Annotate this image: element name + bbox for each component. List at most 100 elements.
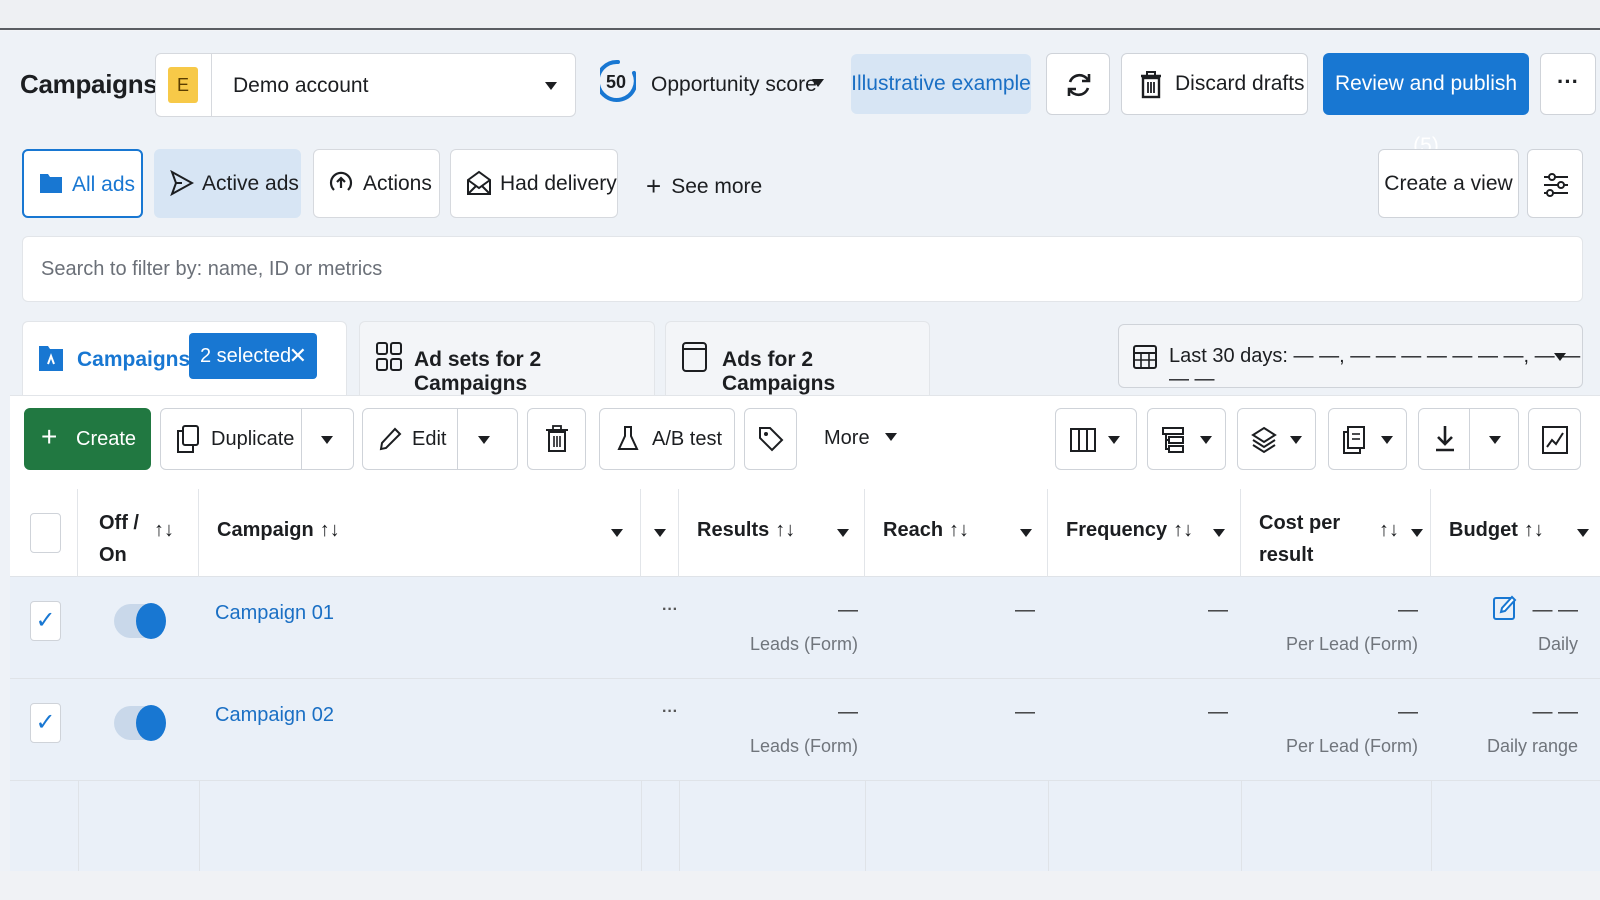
results-subtext: Leads (Form) — [749, 736, 858, 756]
tag-icon — [759, 427, 784, 452]
duplicate-button[interactable]: Duplicate — [211, 428, 294, 451]
ads-manager-panel: Campaigns E Demo account 50 Opportunity … — [0, 31, 1600, 900]
review-and-publish-button[interactable]: Review and publish (5) — [1323, 53, 1529, 157]
header-reach[interactable]: Reach ↑↓ — [865, 489, 1048, 577]
see-more-label: See more — [671, 175, 763, 198]
create-view-button[interactable]: Create a view — [1378, 149, 1519, 218]
tab-campaigns[interactable]: Campaigns 2 selected ✕ — [22, 321, 347, 395]
header-frequency[interactable]: Frequency ↑↓ — [1048, 489, 1241, 577]
sort-icon[interactable]: ↑↓ — [154, 519, 174, 542]
chevron-down-icon[interactable] — [611, 529, 623, 537]
sort-icon: ↑↓ — [1173, 519, 1194, 541]
tab-had-delivery[interactable]: Had delivery — [450, 149, 618, 218]
bottom-edge — [0, 871, 1600, 900]
tag-button[interactable] — [744, 408, 797, 470]
tab-ad-sets[interactable]: Ad sets for 2 Campaigns — [359, 321, 655, 395]
chevron-down-icon[interactable] — [812, 79, 824, 87]
tab-active-ads[interactable]: Active ads — [154, 149, 301, 218]
discard-drafts-label: Discard drafts — [1175, 72, 1305, 95]
export-button-group — [1418, 408, 1519, 470]
table-row[interactable]: ✓ Campaign 01 ··· — Leads (Form) — — — P… — [10, 577, 1600, 679]
chevron-down-icon[interactable] — [1577, 529, 1589, 537]
tab-ads[interactable]: Ads for 2 Campaigns — [665, 321, 930, 395]
header-results[interactable]: Results ↑↓ — [679, 489, 865, 577]
columns-button[interactable] — [1055, 408, 1137, 470]
create-label: Create — [76, 428, 137, 450]
header-bar: Campaigns E Demo account 50 Opportunity … — [0, 51, 1600, 157]
header-cost-label: Cost per result — [1259, 512, 1341, 566]
divider — [457, 409, 458, 469]
tab-actions-label: Actions — [363, 172, 432, 195]
header-campaign[interactable]: Campaign ↑↓ — [199, 489, 641, 577]
date-range-picker[interactable]: Last 30 days: — —, — — — — — — —, — — — … — [1118, 324, 1583, 390]
tab-all-ads[interactable]: All ads — [22, 149, 143, 218]
reach-value: — — [1015, 599, 1035, 621]
tab-had-delivery-label: Had delivery — [500, 172, 617, 195]
layers-button[interactable] — [1237, 408, 1316, 470]
chevron-down-icon — [1108, 436, 1120, 444]
header-reach-label: Reach ↑↓ — [883, 519, 970, 541]
chevron-down-icon — [545, 82, 557, 90]
discard-drafts-button[interactable]: Discard drafts — [1121, 53, 1308, 115]
refresh-button[interactable] — [1046, 53, 1110, 115]
chart-toggle-button[interactable] — [1528, 408, 1581, 470]
sort-icon[interactable]: ↑↓ — [1379, 519, 1399, 542]
line-chart-icon — [1542, 426, 1568, 454]
tab-active-ads-label: Active ads — [202, 172, 299, 195]
header-budget[interactable]: Budget ↑↓ — [1431, 489, 1600, 577]
chevron-down-icon[interactable] — [1020, 529, 1032, 537]
opportunity-score-dropdown[interactable]: Opportunity score — [651, 73, 817, 97]
table-row[interactable]: ✓ Campaign 02 ··· — Leads (Form) — — — P… — [10, 679, 1600, 781]
see-more-button[interactable]: + See more — [646, 171, 762, 202]
campaign-name-link[interactable]: Campaign 01 — [215, 602, 334, 625]
row-checkbox[interactable]: ✓ — [30, 703, 61, 743]
selected-count-chip[interactable]: 2 selected ✕ — [189, 333, 317, 379]
tab-ad-sets-label: Ad sets for 2 Campaigns — [414, 348, 542, 395]
close-icon[interactable]: ✕ — [289, 333, 307, 379]
breakdown-button[interactable] — [1147, 408, 1226, 470]
account-selector[interactable]: E Demo account — [155, 53, 576, 117]
campaign-name-link[interactable]: Campaign 02 — [215, 704, 334, 727]
chevron-down-icon[interactable] — [837, 529, 849, 537]
download-icon[interactable] — [1433, 425, 1457, 453]
chevron-down-icon[interactable] — [654, 529, 666, 537]
row-menu-button[interactable]: ··· — [662, 703, 678, 721]
upload-circle-icon — [329, 171, 353, 191]
account-badge: E — [168, 67, 198, 103]
header-off-on[interactable]: Off / On ↑↓ — [78, 489, 199, 577]
send-icon — [170, 170, 194, 196]
more-options-button[interactable]: ··· — [1540, 53, 1596, 115]
edit-budget-icon[interactable] — [1493, 595, 1517, 621]
chevron-down-icon[interactable] — [1213, 529, 1225, 537]
breakdown-icon — [1162, 427, 1184, 453]
chevron-down-icon — [1554, 353, 1566, 361]
results-subtext: Leads (Form) — [749, 634, 858, 654]
toggle-knob — [136, 603, 166, 639]
row-menu-button[interactable]: ··· — [662, 601, 678, 619]
row-checkbox[interactable]: ✓ — [30, 601, 61, 641]
reports-button[interactable] — [1328, 408, 1407, 470]
sort-icon: ↑↓ — [949, 519, 970, 541]
chevron-down-icon[interactable] — [1411, 529, 1423, 537]
select-all-checkbox[interactable] — [30, 513, 61, 553]
divider — [1469, 409, 1470, 469]
chevron-down-icon[interactable] — [321, 436, 333, 444]
trash-icon — [546, 425, 568, 452]
campaign-toggle[interactable] — [114, 603, 166, 639]
cost-subtext: Per Lead (Form) — [1285, 736, 1418, 756]
browser-top-edge — [0, 0, 1600, 30]
edit-button[interactable]: Edit — [412, 428, 446, 451]
grid-icon — [376, 342, 402, 371]
create-button[interactable]: + Create — [24, 408, 151, 470]
search-input[interactable] — [41, 249, 1541, 289]
header-cost-per-result[interactable]: Cost per result ↑↓ — [1241, 489, 1431, 577]
more-actions-dropdown[interactable]: More — [824, 427, 898, 450]
view-settings-button[interactable] — [1527, 149, 1583, 218]
delete-button[interactable] — [527, 408, 586, 470]
ab-test-button[interactable]: A/B test — [599, 408, 735, 470]
tab-actions[interactable]: Actions — [313, 149, 440, 218]
chevron-down-icon[interactable] — [1489, 436, 1501, 444]
plus-icon: + — [646, 171, 662, 201]
chevron-down-icon[interactable] — [478, 436, 490, 444]
campaign-toggle[interactable] — [114, 705, 166, 741]
